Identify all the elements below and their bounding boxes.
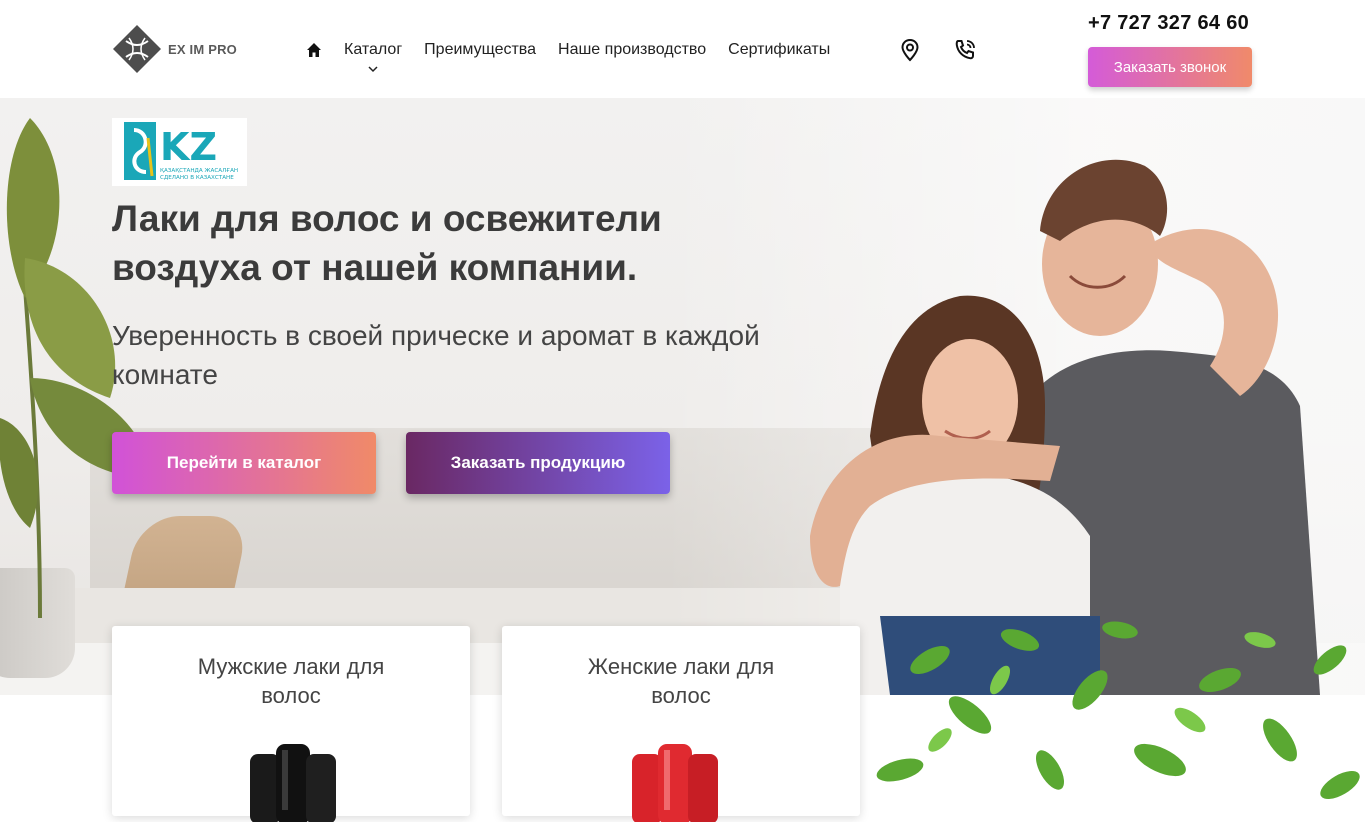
product-card-title: Мужские лаки для волос [197, 654, 385, 708]
badge-line-ru: СДЕЛАНО В КАЗАХСТАНЕ [160, 175, 234, 181]
badge-letters: KZ [160, 125, 217, 169]
women-hairspray-cans-image [632, 744, 718, 822]
phone-number[interactable]: +7 727 327 64 60 [1088, 12, 1249, 35]
nav-item-catalog-label: Каталог [344, 41, 403, 58]
location-pin-icon[interactable] [898, 38, 922, 62]
nav-item-advantages[interactable]: Преимущества [424, 40, 536, 60]
home-icon[interactable] [306, 41, 322, 59]
site-header: EX IM PRO Каталог Преимущества Наше прои… [0, 0, 1365, 98]
product-card-title: Женские лаки для волос [587, 654, 775, 708]
couple-photo-image [810, 159, 1320, 695]
hero-subtitle: Уверенность в своей прическе и аромат в … [112, 320, 760, 390]
hero-section: KZ ҚАЗАҚСТАНДА ЖАСАЛҒАН СДЕЛАНО В КАЗАХС… [0, 98, 1365, 695]
hero-title: Лаки для волос и освежители воздуха от н… [112, 198, 662, 288]
nav-item-certificates[interactable]: Сертификаты [728, 40, 830, 60]
go-to-catalog-button[interactable]: Перейти в каталог [112, 432, 376, 494]
callback-button[interactable]: Заказать звонок [1088, 47, 1252, 87]
logo-text: EX IM PRO [168, 41, 237, 57]
nav-item-catalog[interactable]: Каталог [344, 40, 402, 74]
green-leaves-image [876, 621, 1360, 799]
men-hairspray-cans-image [250, 744, 336, 822]
made-in-kazakhstan-badge: KZ ҚАЗАҚСТАНДА ЖАСАЛҒАН СДЕЛАНО В КАЗАХС… [112, 118, 247, 186]
phone-call-icon[interactable] [953, 38, 977, 62]
badge-line-kz: ҚАЗАҚСТАНДА ЖАСАЛҒАН [160, 168, 238, 174]
chevron-down-icon [368, 66, 378, 73]
product-card-men[interactable]: Мужские лаки для волос [112, 626, 470, 822]
logo[interactable]: EX IM PRO [112, 24, 237, 74]
order-products-button[interactable]: Заказать продукцию [406, 432, 670, 494]
nav-item-production[interactable]: Наше производство [558, 40, 706, 60]
product-card-women[interactable]: Женские лаки для волос [502, 626, 860, 822]
main-nav: Каталог Преимущества Наше производство С… [306, 40, 852, 74]
logo-diamond-icon [113, 25, 161, 73]
